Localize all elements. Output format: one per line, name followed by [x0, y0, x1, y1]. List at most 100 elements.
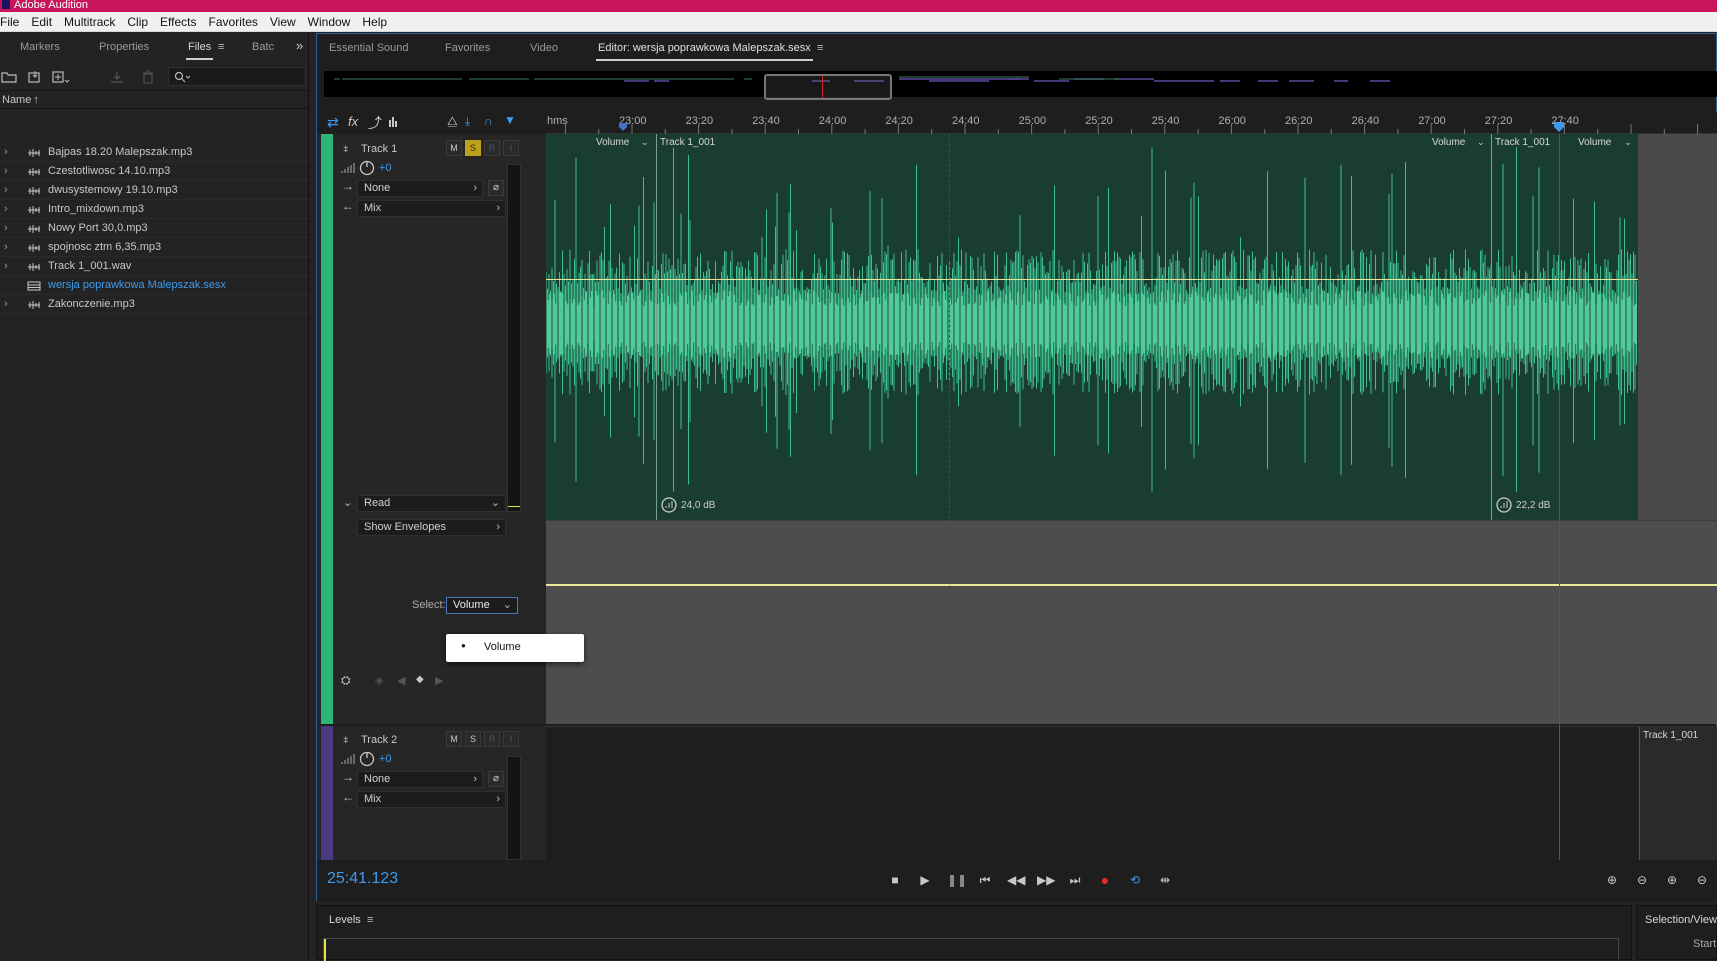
sends-icon[interactable]: ⤴: [368, 113, 382, 133]
import-file-icon[interactable]: [27, 70, 43, 84]
inputs-outputs-icon[interactable]: ⇄: [327, 114, 339, 131]
menu-edit[interactable]: Edit: [25, 12, 58, 32]
empty-track-area[interactable]: [1638, 134, 1717, 520]
tab-essential-sound[interactable]: Essential Sound: [329, 42, 409, 54]
in-point-marker-icon[interactable]: [618, 122, 628, 132]
menu-file[interactable]: File: [0, 12, 25, 32]
tab-favorites[interactable]: Favorites: [445, 42, 490, 54]
zoom-in-amplitude-icon[interactable]: ⊕: [1604, 872, 1620, 888]
record-icon[interactable]: ●: [1097, 872, 1113, 888]
file-row[interactable]: › Intro_mixdown.mp3: [0, 200, 309, 219]
clip-label-volume-1[interactable]: Volume: [596, 137, 629, 148]
menu-window[interactable]: Window: [302, 12, 357, 32]
file-row[interactable]: › spojnosc ztm 6,35.mp3: [0, 238, 309, 257]
expand-chevron-icon[interactable]: ›: [4, 257, 8, 276]
playhead-handle-icon[interactable]: [1553, 121, 1565, 133]
track-1-mute-button[interactable]: M: [446, 140, 462, 156]
track-1-name[interactable]: Track 1: [361, 143, 397, 155]
menu-item-volume[interactable]: Volume: [484, 641, 521, 653]
menu-effects[interactable]: Effects: [154, 12, 202, 32]
stop-icon[interactable]: ■: [887, 872, 903, 888]
next-keyframe-icon[interactable]: ▶: [435, 674, 443, 687]
track-1-input-monitor-button[interactable]: I: [503, 140, 519, 156]
clip-gain-value-2[interactable]: 22,2 dB: [1516, 500, 1550, 511]
zoom-out-time-icon[interactable]: ⊖: [1694, 872, 1710, 888]
collapse-automation-chevron-icon[interactable]: ⌄: [343, 496, 352, 509]
automation-lane-lock-icon[interactable]: ⛭: [341, 673, 351, 688]
expand-chevron-icon[interactable]: ›: [4, 143, 8, 162]
clip-gain-icon[interactable]: [1496, 497, 1512, 513]
menu-clip[interactable]: Clip: [121, 12, 154, 32]
track-2-polarity-button[interactable]: ⌀: [488, 771, 504, 787]
track-2-mute-button[interactable]: M: [446, 731, 462, 747]
expand-chevron-icon[interactable]: ›: [4, 238, 8, 257]
pause-icon[interactable]: ❚❚: [947, 872, 967, 888]
clip-boundary-1[interactable]: [656, 134, 657, 520]
effects-rack-icon[interactable]: fx: [348, 114, 358, 129]
track-1-volume-value[interactable]: +0: [379, 162, 392, 174]
track-1-show-envelopes-select[interactable]: Show Envelopes ›: [357, 519, 506, 536]
track-1-automation-mode-select[interactable]: Read ⌄: [357, 495, 506, 512]
zoom-in-time-icon[interactable]: ⊕: [1664, 872, 1680, 888]
trash-icon[interactable]: [141, 70, 155, 84]
menu-view[interactable]: View: [264, 12, 302, 32]
clip-boundary-2[interactable]: [1491, 134, 1492, 520]
track-1-output-select[interactable]: Mix ›: [357, 200, 506, 217]
clip-label-track-2[interactable]: Track 1_001: [1495, 137, 1550, 148]
levels-menu-icon[interactable]: ≡: [367, 914, 373, 926]
track-1-volume-knob[interactable]: [359, 160, 375, 176]
track-2-input-monitor-button[interactable]: I: [503, 731, 519, 747]
metronome-icon[interactable]: ⧋: [447, 114, 458, 129]
file-row[interactable]: › Czestotliwosc 14.10.mp3: [0, 162, 309, 181]
playhead-line[interactable]: [1559, 134, 1560, 860]
clip-label-volume-2[interactable]: Volume: [1432, 137, 1465, 148]
clip-gain-value-1[interactable]: 24,0 dB: [681, 500, 715, 511]
editor-menu-icon[interactable]: ≡: [817, 42, 823, 54]
automation-envelope-line[interactable]: [546, 584, 1717, 586]
panel-menu-icon[interactable]: ≡: [218, 41, 224, 53]
track-2-clip[interactable]: Track 1_001: [1639, 727, 1717, 861]
file-row[interactable]: › dwusystemowy 19.10.mp3: [0, 181, 309, 200]
expand-chevron-icon[interactable]: ›: [4, 162, 8, 181]
insert-into-multitrack-icon[interactable]: [109, 70, 125, 84]
file-row[interactable]: › Nowy Port 30,0.mp3: [0, 219, 309, 238]
loop-playback-icon[interactable]: ⟲: [1127, 872, 1143, 888]
track-1-input-select[interactable]: None ›: [357, 180, 483, 197]
track-2-name[interactable]: Track 2: [361, 734, 397, 746]
clear-keyframes-icon[interactable]: ◈: [375, 674, 383, 687]
levels-title[interactable]: Levels: [329, 914, 361, 926]
track-2-volume-knob[interactable]: [359, 751, 375, 767]
track-1-automation-lane[interactable]: [546, 520, 1717, 724]
track-1-record-arm-button[interactable]: R: [484, 140, 500, 156]
track-1-clip[interactable]: Volume ⌄ Track 1_001 Volume ⌄ Track 1_00…: [546, 134, 1638, 520]
zoom-navigator-window[interactable]: [764, 74, 892, 100]
track-2-output-select[interactable]: Mix ›: [357, 791, 506, 808]
automation-parameter-select[interactable]: Volume ⌄: [446, 597, 518, 614]
marker-icon[interactable]: ▼: [504, 113, 516, 127]
track-2-volume-value[interactable]: +0: [379, 753, 392, 765]
snap-icon[interactable]: ⤓: [465, 114, 470, 129]
zoom-out-amplitude-icon[interactable]: ⊖: [1634, 872, 1650, 888]
volume-envelope-line[interactable]: [546, 279, 1638, 280]
go-to-start-icon[interactable]: ⏮: [977, 872, 993, 888]
column-header-name[interactable]: Name ↑: [0, 92, 309, 109]
menu-favorites[interactable]: Favorites: [203, 12, 264, 32]
chevron-down-icon[interactable]: ⌄: [641, 137, 649, 148]
chevron-down-icon[interactable]: ⌄: [1624, 137, 1632, 148]
track-2-solo-button[interactable]: S: [465, 731, 481, 747]
previous-keyframe-icon[interactable]: ◀: [397, 674, 405, 687]
tab-files[interactable]: Files: [186, 41, 214, 60]
new-file-icon[interactable]: [52, 70, 70, 84]
open-folder-icon[interactable]: [1, 71, 17, 83]
track-1-solo-button[interactable]: S: [465, 140, 481, 156]
file-row[interactable]: wersja poprawkowa Malepszak.sesx: [0, 276, 309, 295]
current-time-display[interactable]: 25:41.123: [327, 870, 398, 888]
eq-icon[interactable]: [388, 115, 398, 127]
menu-help[interactable]: Help: [356, 12, 393, 32]
tab-properties[interactable]: Properties: [99, 41, 149, 53]
selection-view-title[interactable]: Selection/View: [1645, 914, 1717, 926]
track-2-clip-label[interactable]: Track 1_001: [1643, 730, 1698, 741]
expand-chevron-icon[interactable]: ›: [4, 295, 8, 314]
tab-markers[interactable]: Markers: [20, 41, 60, 53]
overflow-chevron-icon[interactable]: »: [296, 38, 303, 53]
